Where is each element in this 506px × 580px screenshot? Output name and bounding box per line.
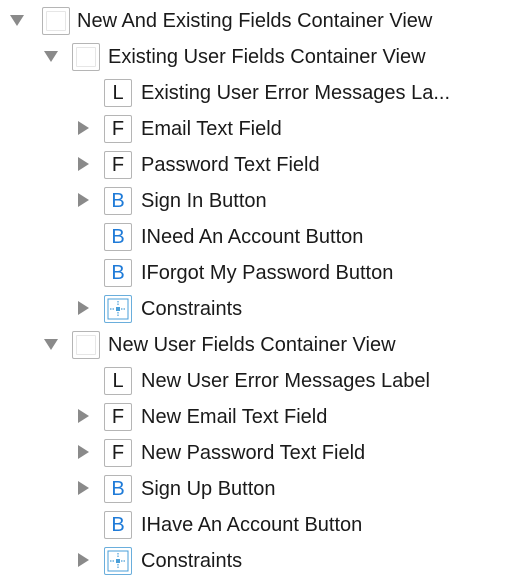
- disclosure-expanded-icon[interactable]: [44, 51, 58, 62]
- label-icon: L: [104, 367, 132, 395]
- tree-row-label: New User Error Messages Label: [141, 370, 430, 392]
- tree-row-label: New And Existing Fields Container View: [77, 10, 433, 32]
- text-field-icon: F: [104, 403, 132, 431]
- tree-row-label: New User Fields Container View: [108, 334, 396, 356]
- tree-row-iforgot-my-password-button[interactable]: B IForgot My Password Button: [0, 254, 506, 290]
- view-icon: [42, 7, 70, 35]
- tree-row-label: IForgot My Password Button: [141, 262, 394, 284]
- tree-row-label: Constraints: [141, 298, 243, 320]
- tree-row-label: Existing User Fields Container View: [108, 46, 426, 68]
- label-icon: L: [104, 79, 132, 107]
- constraints-icon: [104, 295, 132, 323]
- disclosure-collapsed-icon[interactable]: [78, 193, 89, 207]
- text-field-icon: F: [104, 151, 132, 179]
- tree-row-password-text-field[interactable]: F Password Text Field: [0, 146, 506, 182]
- constraints-icon: [104, 547, 132, 575]
- disclosure-expanded-icon[interactable]: [10, 15, 24, 26]
- disclosure-collapsed-icon[interactable]: [78, 553, 89, 567]
- tree-row-label: Constraints: [141, 550, 243, 572]
- tree-row-ineed-an-account-button[interactable]: B INeed An Account Button: [0, 218, 506, 254]
- tree-row-constraints[interactable]: Constraints: [0, 290, 506, 326]
- tree-row-label: New Password Text Field: [141, 442, 366, 464]
- tree-row-label: INeed An Account Button: [141, 226, 364, 248]
- button-icon: B: [104, 187, 132, 215]
- tree-row-label: Sign Up Button: [141, 478, 276, 500]
- tree-row-label: Password Text Field: [141, 154, 320, 176]
- tree-row-constraints[interactable]: Constraints: [0, 542, 506, 578]
- tree-row-label: New Email Text Field: [141, 406, 328, 428]
- view-icon: [72, 43, 100, 71]
- button-icon: B: [104, 259, 132, 287]
- tree-row-new-password-text-field[interactable]: F New Password Text Field: [0, 434, 506, 470]
- button-icon: B: [104, 223, 132, 251]
- tree-row-ihave-an-account-button[interactable]: B IHave An Account Button: [0, 506, 506, 542]
- tree-row-new-and-existing-fields-container-view[interactable]: New And Existing Fields Container View: [0, 2, 506, 38]
- disclosure-collapsed-icon[interactable]: [78, 409, 89, 423]
- tree-row-existing-user-fields-container-view[interactable]: Existing User Fields Container View: [0, 38, 506, 74]
- disclosure-collapsed-icon[interactable]: [78, 445, 89, 459]
- disclosure-collapsed-icon[interactable]: [78, 121, 89, 135]
- button-icon: B: [104, 475, 132, 503]
- button-icon: B: [104, 511, 132, 539]
- tree-row-email-text-field[interactable]: F Email Text Field: [0, 110, 506, 146]
- disclosure-expanded-icon[interactable]: [44, 339, 58, 350]
- tree-row-existing-user-error-messages-label[interactable]: L Existing User Error Messages La...: [0, 74, 506, 110]
- view-icon: [72, 331, 100, 359]
- tree-row-label: IHave An Account Button: [141, 514, 363, 536]
- tree-row-label: Sign In Button: [141, 190, 267, 212]
- tree-row-new-user-error-messages-label[interactable]: L New User Error Messages Label: [0, 362, 506, 398]
- text-field-icon: F: [104, 115, 132, 143]
- disclosure-collapsed-icon[interactable]: [78, 157, 89, 171]
- tree-row-sign-up-button[interactable]: B Sign Up Button: [0, 470, 506, 506]
- text-field-icon: F: [104, 439, 132, 467]
- disclosure-collapsed-icon[interactable]: [78, 301, 89, 315]
- tree-row-new-user-fields-container-view[interactable]: New User Fields Container View: [0, 326, 506, 362]
- tree-row-label: Email Text Field: [141, 118, 282, 140]
- tree-row-sign-in-button[interactable]: B Sign In Button: [0, 182, 506, 218]
- tree-row-new-email-text-field[interactable]: F New Email Text Field: [0, 398, 506, 434]
- disclosure-collapsed-icon[interactable]: [78, 481, 89, 495]
- outline-tree: New And Existing Fields Container View E…: [0, 0, 506, 580]
- tree-row-label: Existing User Error Messages La...: [141, 82, 450, 104]
